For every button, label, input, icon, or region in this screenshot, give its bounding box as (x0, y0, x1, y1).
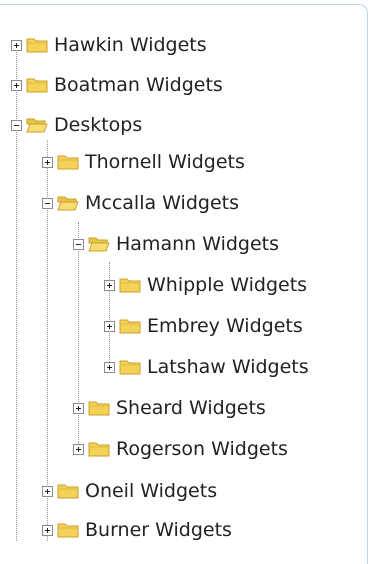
tree-node-label[interactable]: Burner Widgets (85, 510, 232, 550)
tree-node-latshaw-widgets[interactable]: Latshaw Widgets (104, 347, 309, 387)
tree-node-embrey-widgets[interactable]: Embrey Widgets (104, 306, 303, 346)
folder-closed-icon (57, 154, 79, 170)
tree-node-label[interactable]: Rogerson Widgets (116, 429, 288, 469)
plus-box-icon[interactable] (104, 361, 115, 373)
folder-open-icon (57, 195, 79, 211)
tree-node-rogerson-widgets[interactable]: Rogerson Widgets (73, 429, 288, 469)
folder-closed-icon (57, 483, 79, 499)
tree-node-label[interactable]: Oneil Widgets (85, 471, 217, 511)
tree-node-oneil-widgets[interactable]: Oneil Widgets (42, 471, 217, 511)
tree-node-label[interactable]: Boatman Widgets (54, 65, 223, 105)
tree-node-label[interactable]: Desktops (54, 105, 142, 145)
folder-closed-icon (88, 400, 110, 416)
plus-box-icon[interactable] (42, 156, 53, 168)
minus-box-icon[interactable] (73, 238, 84, 250)
folder-closed-icon (26, 37, 48, 53)
tree-node-thornell-widgets[interactable]: Thornell Widgets (42, 142, 245, 182)
plus-box-icon[interactable] (73, 402, 84, 414)
folder-closed-icon (119, 318, 141, 334)
plus-box-icon[interactable] (104, 279, 115, 291)
plus-box-icon[interactable] (11, 79, 22, 91)
tree-node-label[interactable]: Embrey Widgets (147, 306, 303, 346)
folder-closed-icon (88, 441, 110, 457)
tree-node-burner-widgets[interactable]: Burner Widgets (42, 510, 232, 550)
tree-node-label[interactable]: Sheard Widgets (116, 388, 266, 428)
folder-closed-icon (119, 277, 141, 293)
tree-node-label[interactable]: Whipple Widgets (147, 265, 307, 305)
plus-box-icon[interactable] (42, 524, 53, 536)
tree-node-label[interactable]: Latshaw Widgets (147, 347, 309, 387)
plus-box-icon[interactable] (104, 320, 115, 332)
folder-closed-icon (57, 522, 79, 538)
folder-open-icon (88, 236, 110, 252)
tree-node-label[interactable]: Hamann Widgets (116, 224, 279, 264)
tree-node-hamann-widgets[interactable]: Hamann Widgets (73, 224, 279, 264)
minus-box-icon[interactable] (42, 197, 53, 209)
folder-closed-icon (119, 359, 141, 375)
folder-closed-icon (26, 77, 48, 93)
tree-node-sheard-widgets[interactable]: Sheard Widgets (73, 388, 266, 428)
tree-node-label[interactable]: Hawkin Widgets (54, 25, 207, 65)
tree-node-mccalla-widgets[interactable]: Mccalla Widgets (42, 183, 239, 223)
folder-open-icon (26, 117, 48, 133)
plus-box-icon[interactable] (11, 39, 22, 51)
tree-node-hawkin-widgets[interactable]: Hawkin Widgets (11, 25, 207, 65)
minus-box-icon[interactable] (11, 119, 22, 131)
tree-node-boatman-widgets[interactable]: Boatman Widgets (11, 65, 223, 105)
tree-node-label[interactable]: Mccalla Widgets (85, 183, 239, 223)
plus-box-icon[interactable] (73, 443, 84, 455)
tree-node-desktops[interactable]: Desktops (11, 105, 142, 145)
tree-node-label[interactable]: Thornell Widgets (85, 142, 245, 182)
tree-node-whipple-widgets[interactable]: Whipple Widgets (104, 265, 307, 305)
plus-box-icon[interactable] (42, 485, 53, 497)
